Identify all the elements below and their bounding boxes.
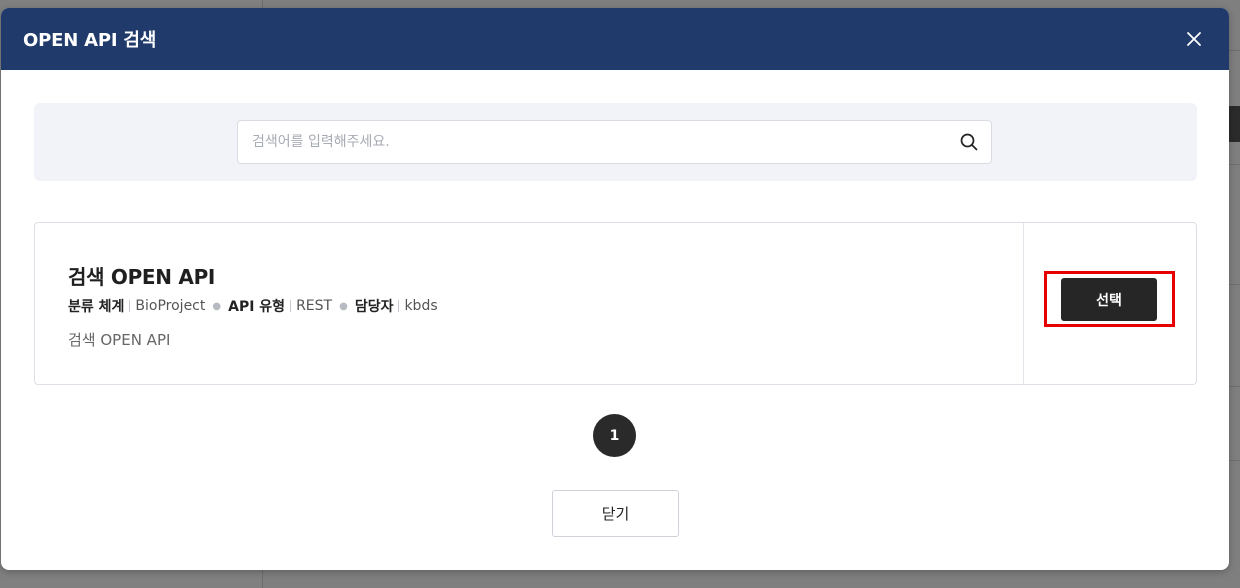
meta-label-manager: 담당자 [354, 299, 394, 315]
close-button[interactable]: 닫기 [552, 490, 679, 537]
card-divider [1023, 223, 1024, 384]
modal-header: OPEN API 검색 [1, 8, 1229, 70]
meta-label-category: 분류 체계 [68, 299, 125, 315]
api-title: 검색 OPEN API [68, 265, 216, 289]
meta-separator [290, 300, 292, 312]
meta-label-api-type: API 유형 [228, 299, 286, 315]
select-button[interactable]: 선택 [1061, 278, 1157, 321]
meta-separator [398, 300, 400, 312]
background-divider [1228, 386, 1240, 387]
api-result-card: 검색 OPEN API 분류 체계 BioProject ● API 유형 RE… [34, 222, 1197, 385]
search-input[interactable] [238, 121, 966, 163]
close-icon [1187, 32, 1201, 46]
background-divider [1228, 50, 1240, 51]
background-badge [1228, 106, 1240, 142]
meta-value-api-type: REST [296, 298, 333, 314]
search-box [237, 120, 992, 164]
search-area [34, 103, 1197, 181]
meta-dot-separator: ● [339, 300, 348, 312]
modal-title: OPEN API 검색 [23, 30, 157, 51]
meta-separator [129, 300, 131, 312]
api-meta: 분류 체계 BioProject ● API 유형 REST ● 담당자 kbd… [68, 296, 438, 316]
meta-value-manager: kbds [404, 298, 438, 314]
modal-close-button[interactable] [1179, 24, 1209, 54]
meta-dot-separator: ● [212, 300, 222, 312]
meta-value-category: BioProject [135, 298, 206, 314]
api-description: 검색 OPEN API [68, 331, 171, 349]
background-divider [1228, 284, 1240, 285]
open-api-search-modal: OPEN API 검색 검색 OPEN API 분류 체계 BioProject… [1, 8, 1229, 570]
background-divider [1228, 460, 1240, 461]
background-divider [1228, 164, 1240, 165]
pagination-page-1[interactable]: 1 [593, 414, 636, 457]
search-icon[interactable] [959, 132, 979, 152]
